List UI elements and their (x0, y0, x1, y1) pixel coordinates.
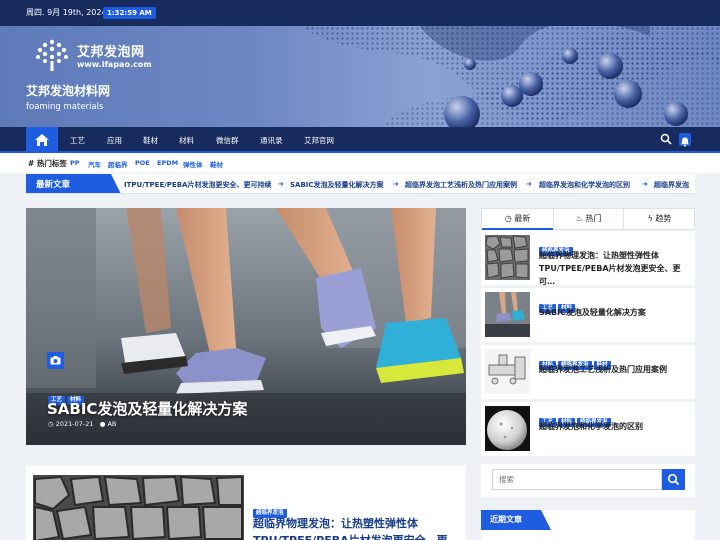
sidebar-post-title[interactable]: 超临界发泡工艺浅析及热门应用案例 (539, 363, 689, 376)
camera-icon (47, 352, 64, 369)
tab-popular[interactable]: ♨ 热门 (553, 209, 624, 230)
ticker-item[interactable]: 超临界发泡和化学发泡的区别 (539, 180, 630, 190)
current-date: 周四. 9月 19th, 2024 (26, 8, 107, 17)
nav-item-application[interactable]: 应用 (107, 135, 122, 146)
tab-trending[interactable]: ϟ 趋势 (624, 209, 695, 230)
sidebar-post-title[interactable]: 超临界物理发泡：让热塑性弹性体TPU/TPEE/PEBA片材发泡更安全、更可… (539, 249, 689, 288)
tab-latest-label: 最新 (514, 214, 531, 223)
search-submit-button[interactable] (662, 469, 685, 490)
main-nav: 工艺 应用 鞋材 材料 微信群 通讯录 艾邦官网 (0, 127, 720, 153)
sidebar-post-thumbnail (485, 292, 530, 337)
running-shoes-image (485, 292, 530, 337)
hot-tags-bar: # 热门标签 PP 汽车 超临界 POE EPDM 弹性体 鞋材 (0, 153, 720, 173)
sidebar-post[interactable]: 超临界发泡 超临界物理发泡：让热塑性弹性体TPU/TPEE/PEBA片材发泡更安… (481, 231, 695, 288)
ticker-label-text: 最新文章 (36, 180, 71, 190)
hot-tag[interactable]: 汽车 (88, 159, 101, 169)
ticker-arrow-icon: ➜ (278, 180, 284, 188)
search-icon (667, 473, 680, 486)
current-time: 1:32:59 AM (103, 7, 156, 19)
post-author[interactable]: AB (107, 420, 116, 428)
featured-post[interactable]: 工艺 材料 SABIC发泡及轻量化解决方案 ◷ 2021-07-21 ● AB (26, 208, 466, 445)
post-date: 2021-07-21 (55, 420, 94, 428)
post-thumbnail (33, 475, 244, 540)
sidebar-search-widget (481, 464, 695, 497)
tab-popular-label: 热门 (585, 214, 602, 223)
hot-tag[interactable]: 弹性体 (183, 159, 203, 169)
nav-item-wechat-groups[interactable]: 微信群 (216, 135, 239, 146)
nav-item-official-site[interactable]: 艾邦官网 (304, 135, 334, 146)
hot-tag[interactable]: 超临界 (108, 159, 128, 169)
ticker-arrow-icon: ➜ (526, 180, 532, 188)
sidebar-post-tabs: ◷ 最新 ♨ 热门 ϟ 趋势 超临界发泡 超临界物理发泡：让热塑性弹性体TPU/… (481, 208, 695, 456)
clock-icon: ◷ (48, 420, 54, 428)
recent-posts-heading: 近期文章 (481, 510, 551, 530)
tab-trending-label: 趋势 (655, 214, 672, 223)
sidebar-post-title[interactable]: SABIC发泡及轻量化解决方案 (539, 306, 689, 319)
ticker-item[interactable]: SABIC发泡及轻量化解决方案 (290, 180, 384, 190)
hot-tags-label-text: 热门标签 (36, 159, 67, 168)
sidebar-post-title[interactable]: 超临界发泡和化学发泡的区别 (539, 420, 689, 433)
hot-tag[interactable]: POE (135, 159, 150, 167)
foam-texture-image (485, 235, 530, 280)
featured-post-meta: ◷ 2021-07-21 ● AB (48, 420, 116, 428)
recent-posts-widget: 近期文章 (481, 510, 695, 540)
site-title[interactable]: 艾邦发泡材料网 (26, 82, 110, 99)
foam-cells-image (33, 475, 244, 540)
ticker-arrow-icon: ➜ (393, 180, 399, 188)
clock-icon: ◷ (504, 214, 512, 223)
ticker-item[interactable]: 超临界发泡 (654, 180, 689, 190)
sidebar-post[interactable]: 工艺 材料 SABIC发泡及轻量化解决方案 (481, 288, 695, 342)
sidebar-post[interactable]: 材料 超临界发泡 鞋材 超临界发泡工艺浅析及热门应用案例 (481, 345, 695, 399)
sidebar-tab-bar: ◷ 最新 ♨ 热门 ϟ 趋势 (481, 208, 695, 230)
featured-post-title[interactable]: SABIC发泡及轻量化解决方案 (47, 398, 247, 419)
tab-latest[interactable]: ◷ 最新 (482, 209, 553, 230)
nav-item-footwear[interactable]: 鞋材 (143, 135, 158, 146)
nav-item-process[interactable]: 工艺 (70, 135, 85, 146)
nav-item-directory[interactable]: 通讯录 (260, 135, 283, 146)
recent-posts-heading-text: 近期文章 (490, 515, 522, 524)
post-list-item[interactable]: 超临界发泡 超临界物理发泡：让热塑性弹性体TPU/TPEE/PEBA片材发泡更安… (26, 466, 466, 540)
machine-diagram-image (485, 349, 530, 394)
hot-tag[interactable]: EPDM (157, 159, 178, 167)
hot-tag[interactable]: 鞋材 (210, 159, 223, 169)
ticker-item[interactable]: 超临界发泡工艺浅析及热门应用案例 (405, 180, 517, 190)
sidebar-post-thumbnail (485, 235, 530, 280)
foam-sphere-image (485, 406, 530, 451)
bell-icon (681, 137, 689, 147)
hot-tags-label: # 热门标签 (28, 159, 67, 168)
nav-home-button[interactable] (26, 127, 58, 153)
logo-brand-text: 艾邦发泡网 (77, 45, 145, 60)
bolt-icon: ϟ (647, 214, 653, 223)
site-description: foaming materials (26, 102, 104, 112)
notification-button[interactable] (679, 133, 691, 147)
site-logo[interactable]: 艾邦发泡网 www.ifapao.com (32, 38, 152, 74)
logo-url: www.ifapao.com (77, 60, 152, 69)
ticker-item[interactable]: ITPU/TPEE/PEBA片材发泡更安全、更可持续 (124, 180, 271, 190)
ticker-arrow-icon: ➜ (642, 180, 648, 188)
nav-item-materials[interactable]: 材料 (179, 135, 194, 146)
user-icon: ● (99, 420, 106, 428)
fire-icon: ♨ (575, 214, 583, 223)
search-icon[interactable] (660, 133, 672, 145)
search-input[interactable] (492, 469, 662, 490)
sidebar-post-thumbnail (485, 349, 530, 394)
home-icon (35, 134, 49, 146)
top-bar: 周四. 9月 19th, 2024 1:32:59 AM (0, 0, 720, 26)
ticker-label: 最新文章 (26, 174, 121, 193)
post-title[interactable]: 超临界物理发泡：让热塑性弹性体TPU/TPEE/PEBA片材发泡更安全、更可 (253, 515, 458, 540)
site-banner: 艾邦发泡网 www.ifapao.com 艾邦发泡材料网 foaming mat… (0, 26, 720, 127)
hot-tag[interactable]: PP (70, 159, 80, 167)
logo-mark-icon (36, 39, 68, 71)
camera-glyph (50, 356, 61, 365)
sidebar-post[interactable]: 工艺 材料 超临界发泡 超临界发泡和化学发泡的区别 (481, 402, 695, 456)
latest-posts-ticker: 最新文章 ITPU/TPEE/PEBA片材发泡更安全、更可持续 ➜ SABIC发… (26, 174, 695, 194)
sidebar-post-thumbnail (485, 406, 530, 451)
